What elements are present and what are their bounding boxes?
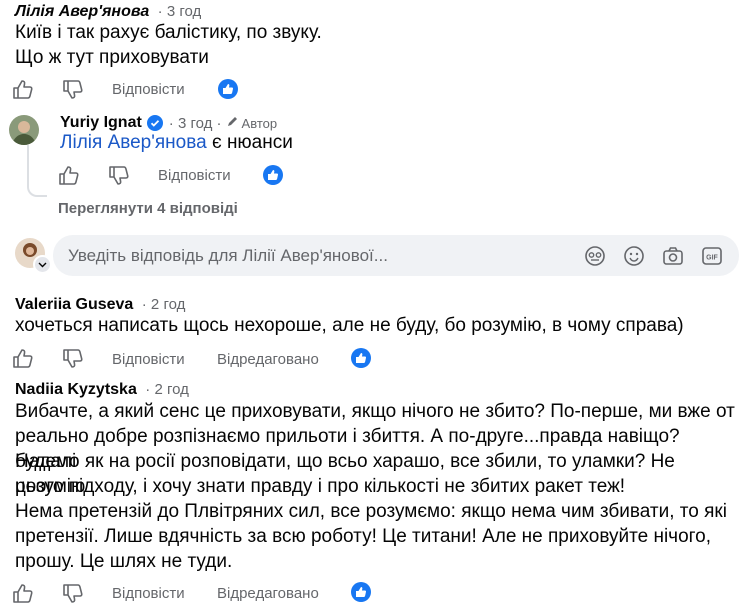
comment-time[interactable]: · 2 год — [142, 296, 186, 313]
thumbs-down-icon — [63, 584, 83, 603]
comment-text-line: Київ і так рахує балістику, по звуку. — [15, 22, 322, 43]
like-button[interactable] — [12, 348, 34, 368]
reply-body: є нюанси — [206, 132, 293, 153]
dislike-button[interactable] — [62, 584, 84, 604]
reply-link[interactable]: Відповісти — [112, 585, 185, 602]
thumbs-up-icon — [13, 349, 33, 368]
reply-input-box[interactable]: Уведіть відповідь для Лілії Авер'янової.… — [53, 235, 739, 276]
reply-link[interactable]: Відповісти — [112, 351, 185, 368]
thumbs-down-icon — [109, 166, 129, 185]
emoji-icon[interactable] — [623, 245, 645, 267]
dislike-button[interactable] — [108, 166, 130, 186]
dislike-button[interactable] — [62, 349, 84, 369]
like-button[interactable] — [12, 583, 34, 603]
reply-link[interactable]: Відповісти — [112, 81, 185, 98]
comment-text-line: Вибачте, а який сенс це приховувати, якщ… — [15, 401, 735, 422]
comment-author[interactable]: Nadiia Kyzytska — [15, 381, 137, 398]
comment-author[interactable]: Valeriia Guseva — [15, 296, 133, 313]
comment-author[interactable]: Лілія Авер'янова — [15, 3, 149, 20]
like-reaction-icon — [351, 348, 371, 368]
like-reaction-icon — [218, 79, 238, 99]
comment-text-line: хочеться написать щось нехороше, але не … — [15, 315, 684, 336]
thumbs-up-icon — [13, 584, 33, 603]
edited-label[interactable]: Відредаговано — [217, 351, 319, 368]
reply-input[interactable]: Уведіть відповідь для Лілії Авер'янової.… — [68, 246, 388, 266]
like-reaction-icon — [263, 165, 283, 185]
comment-header: Valeriia Guseva · 2 год — [15, 296, 185, 314]
dislike-button[interactable] — [62, 80, 84, 100]
sticker-icon[interactable] — [584, 245, 606, 267]
comment-text-line: Що ж тут приховувати — [15, 47, 209, 68]
reply-time[interactable]: · 3 год · — [169, 115, 222, 132]
thumbs-up-icon — [59, 166, 79, 185]
thumbs-up-icon — [13, 80, 33, 99]
comment-time[interactable]: · 3 год — [158, 3, 202, 20]
comment-header: Лілія Авер'янова · 3 год — [15, 3, 201, 21]
reply-text: Лілія Авер'янова є нюанси — [60, 130, 293, 155]
comment-header: Nadiia Kyzytska · 2 год — [15, 381, 189, 399]
camera-icon[interactable] — [662, 245, 684, 267]
svg-text:GIF: GIF — [706, 255, 718, 262]
comment-text-line: Нема претензій до Плвітряних сил, все ро… — [15, 501, 727, 522]
comment-time[interactable]: · 2 год — [145, 381, 189, 398]
thread-connector — [27, 145, 47, 197]
like-button[interactable] — [58, 165, 80, 185]
reply-link[interactable]: Відповісти — [158, 167, 231, 184]
like-button[interactable] — [12, 79, 34, 99]
chevron-down-icon[interactable] — [33, 255, 52, 274]
gif-icon[interactable]: GIF — [701, 245, 723, 267]
thumbs-down-icon — [63, 349, 83, 368]
comment-text-line: претензії. Лише вдячність за всю роботу!… — [15, 526, 711, 547]
like-reaction-icon — [351, 582, 371, 602]
avatar[interactable] — [9, 115, 39, 145]
comment-text-line: цього підходу, і хочу знати правду і про… — [15, 476, 626, 497]
verified-badge-icon — [146, 115, 163, 131]
mention-link[interactable]: Лілія Авер'янова — [60, 132, 207, 153]
comment-text-line: прошу. Це шлях не туди. — [15, 551, 233, 572]
view-replies-link[interactable]: Переглянути 4 відповіді — [58, 200, 238, 217]
author-badge: Автор — [241, 115, 278, 131]
thumbs-down-icon — [63, 80, 83, 99]
edited-label[interactable]: Відредаговано — [217, 585, 319, 602]
